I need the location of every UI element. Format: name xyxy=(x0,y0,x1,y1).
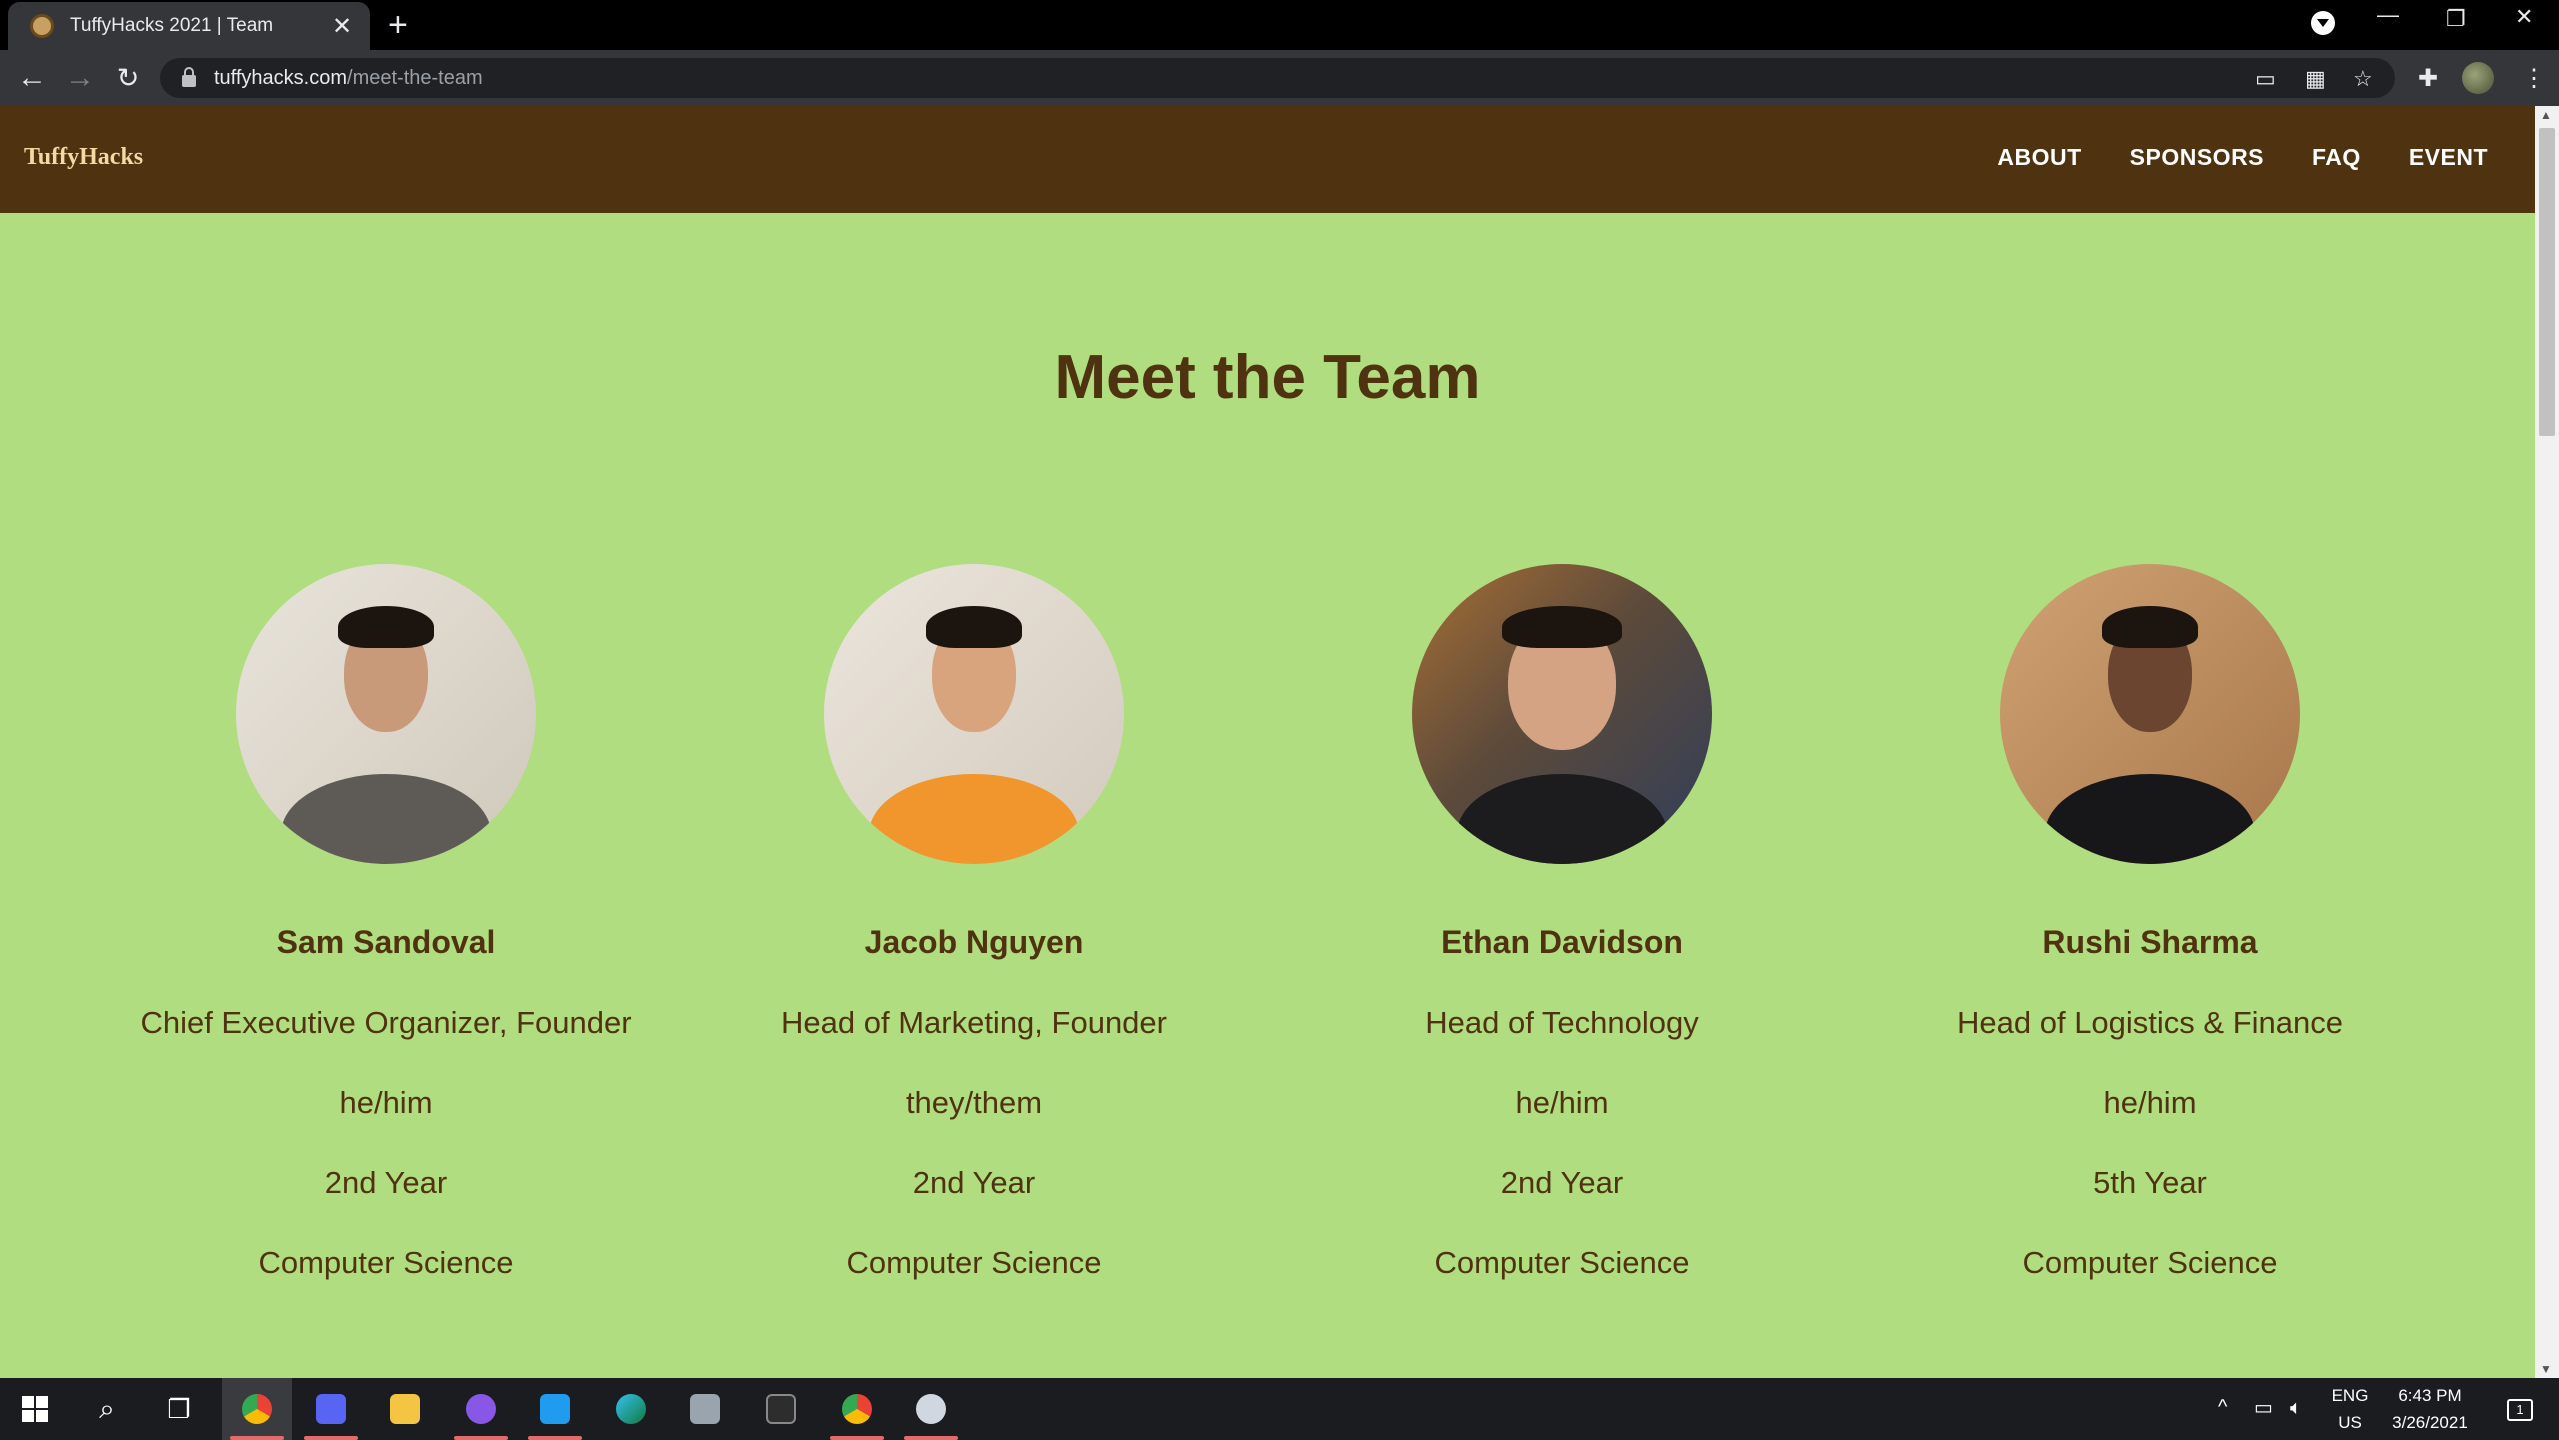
taskbar-github-icon[interactable] xyxy=(446,1378,516,1440)
clock[interactable]: 6:43 PM 3/26/2021 xyxy=(2378,1382,2482,1436)
page-viewport: TuffyHacks ABOUT SPONSORS FAQ EVENT Meet… xyxy=(0,106,2559,1378)
language-indicator[interactable]: ENG US xyxy=(2326,1382,2374,1436)
lock-icon[interactable] xyxy=(182,66,196,87)
notification-count: 1 xyxy=(2507,1399,2533,1421)
member-name: Rushi Sharma xyxy=(2042,924,2258,960)
browser-tab[interactable]: TuffyHacks 2021 | Team ✕ xyxy=(8,2,370,50)
member-role: Head of Technology xyxy=(1425,1005,1699,1040)
nav-sponsors[interactable]: SPONSORS xyxy=(2130,144,2264,171)
lang-bottom: US xyxy=(2338,1413,2362,1432)
nav-faq[interactable]: FAQ xyxy=(2312,144,2361,171)
site-nav-links: ABOUT SPONSORS FAQ EVENT xyxy=(1997,144,2488,171)
member-name: Jacob Nguyen xyxy=(864,924,1084,960)
taskbar-chrome-profile-icon[interactable] xyxy=(822,1378,892,1440)
new-tab-icon[interactable]: + xyxy=(388,6,408,44)
nav-about[interactable]: ABOUT xyxy=(1997,144,2081,171)
member-pronouns: he/him xyxy=(339,1085,433,1120)
tab-search-icon[interactable] xyxy=(2311,11,2335,35)
nav-event[interactable]: EVENT xyxy=(2409,144,2488,171)
taskbar-terminal-icon[interactable] xyxy=(746,1378,816,1440)
taskbar-paint-icon[interactable] xyxy=(896,1378,966,1440)
url-host: tuffyhacks.com xyxy=(214,66,348,89)
member-photo xyxy=(824,564,1124,864)
member-major: Computer Science xyxy=(2022,1245,2278,1280)
cast-icon[interactable]: ▭ xyxy=(2255,66,2276,92)
member-year: 2nd Year xyxy=(912,1165,1036,1200)
member-pronouns: they/them xyxy=(905,1085,1043,1120)
forward-icon[interactable]: → xyxy=(60,58,100,98)
restore-icon[interactable]: ❐ xyxy=(2446,6,2466,32)
profile-avatar[interactable] xyxy=(2462,62,2494,94)
back-icon[interactable]: ← xyxy=(12,58,52,98)
notification-center-icon[interactable]: 1 xyxy=(2500,1395,2540,1422)
member-photo xyxy=(236,564,536,864)
scrollbar-thumb[interactable] xyxy=(2539,128,2555,436)
member-photo xyxy=(2000,564,2300,864)
member-role: Head of Logistics & Finance xyxy=(1957,1005,2343,1040)
clock-date: 3/26/2021 xyxy=(2392,1413,2468,1432)
member-year: 2nd Year xyxy=(324,1165,448,1200)
member-photo xyxy=(1412,564,1712,864)
tray-chevron-icon[interactable]: ^ xyxy=(2218,1394,2227,1421)
taskbar-app-icon[interactable] xyxy=(670,1378,740,1440)
reload-icon[interactable]: ↻ xyxy=(108,58,148,98)
task-view-icon[interactable]: ❐ xyxy=(144,1378,214,1440)
team-member-card: Jacob Nguyen Head of Marketing, Founder … xyxy=(680,564,1268,1281)
clock-time: 6:43 PM xyxy=(2398,1386,2462,1405)
lang-top: ENG xyxy=(2331,1386,2369,1405)
volume-icon[interactable]: 🔈︎ xyxy=(2290,1395,2302,1422)
member-role: Chief Executive Organizer, Founder xyxy=(140,1005,632,1040)
team-member-card: Sam Sandoval Chief Executive Organizer, … xyxy=(92,564,680,1281)
scroll-up-icon[interactable]: ▲ xyxy=(2540,108,2552,122)
site-navbar: TuffyHacks ABOUT SPONSORS FAQ EVENT xyxy=(0,106,2535,213)
taskbar-vscode-icon[interactable] xyxy=(520,1378,590,1440)
member-year: 2nd Year xyxy=(1500,1165,1624,1200)
member-major: Computer Science xyxy=(846,1245,1102,1280)
more-menu-icon[interactable]: ⋮ xyxy=(2522,64,2546,93)
site-brand-link[interactable]: TuffyHacks xyxy=(24,144,143,171)
member-major: Computer Science xyxy=(1434,1245,1690,1280)
member-name: Ethan Davidson xyxy=(1441,924,1683,960)
page-scrollbar[interactable]: ▲ ▼ xyxy=(2535,106,2559,1378)
member-name: Sam Sandoval xyxy=(276,924,496,960)
member-year: 5th Year xyxy=(2093,1165,2207,1200)
tab-title: TuffyHacks 2021 | Team xyxy=(70,15,274,36)
url-path: /meet-the-team xyxy=(347,66,483,89)
browser-tabstrip: TuffyHacks 2021 | Team ✕ + — ❐ ✕ xyxy=(0,0,2559,50)
bookmark-star-icon[interactable]: ☆ xyxy=(2353,66,2373,92)
address-bar[interactable]: tuffyhacks.com /meet-the-team ▭ ▦ ☆ xyxy=(160,58,2395,98)
taskbar-discord-icon[interactable] xyxy=(296,1378,366,1440)
taskbar-file-explorer-icon[interactable] xyxy=(370,1378,440,1440)
start-windows-icon[interactable] xyxy=(0,1378,70,1440)
page-title: Meet the Team xyxy=(1054,343,1481,412)
extensions-puzzle-icon[interactable]: ✚ xyxy=(2418,64,2438,93)
member-pronouns: he/him xyxy=(2103,1085,2197,1120)
tuffyhacks-favicon-icon xyxy=(30,14,54,38)
team-member-card: Ethan Davidson Head of Technology he/him… xyxy=(1268,564,1856,1281)
member-major: Computer Science xyxy=(258,1245,514,1280)
member-pronouns: he/him xyxy=(1515,1085,1609,1120)
scroll-down-icon[interactable]: ▼ xyxy=(2540,1362,2552,1376)
taskbar-chrome-icon[interactable] xyxy=(222,1378,292,1440)
search-icon[interactable]: ⌕ xyxy=(72,1378,142,1440)
member-role: Head of Marketing, Founder xyxy=(781,1005,1167,1040)
close-tab-icon[interactable]: ✕ xyxy=(330,12,354,41)
windows-taskbar: ⌕ ❐ ^ ▭ 🔈︎ ENG US 6:43 PM 3/26/2021 1 xyxy=(0,1378,2559,1440)
network-icon[interactable]: ▭ xyxy=(2254,1395,2273,1422)
browser-toolbar: ← → ↻ tuffyhacks.com /meet-the-team ▭ ▦ … xyxy=(0,50,2559,106)
team-member-card: Rushi Sharma Head of Logistics & Finance… xyxy=(1856,564,2444,1281)
qr-code-icon[interactable]: ▦ xyxy=(2305,66,2326,92)
close-window-icon[interactable]: ✕ xyxy=(2515,4,2533,30)
minimize-icon[interactable]: — xyxy=(2377,2,2399,28)
taskbar-edge-icon[interactable] xyxy=(596,1378,666,1440)
